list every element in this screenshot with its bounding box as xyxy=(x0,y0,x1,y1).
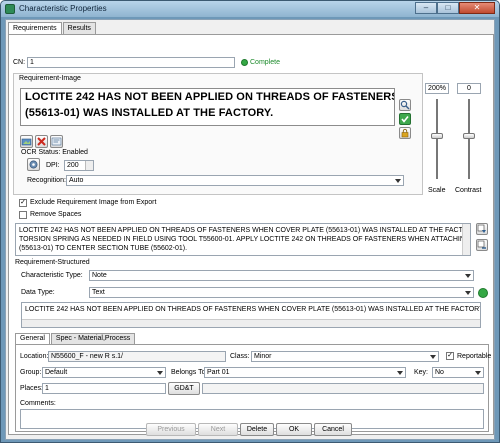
structured-text-scrollbar[interactable] xyxy=(22,319,480,327)
reportable-label: Reportable xyxy=(457,353,492,360)
delete-image-icon[interactable] xyxy=(35,135,48,148)
dpi-label: DPI: xyxy=(46,162,60,169)
delete-button[interactable]: Delete xyxy=(240,423,274,436)
image-capture-icon[interactable] xyxy=(20,135,33,148)
key-label: Key: xyxy=(414,369,429,376)
spinner-arrows-icon[interactable] xyxy=(85,161,93,170)
contrast-label: Contrast xyxy=(455,187,482,194)
chevron-down-icon xyxy=(465,274,471,278)
data-type-label: Data Type: xyxy=(21,289,55,296)
gdt-display xyxy=(202,383,484,394)
recognition-select[interactable]: Auto xyxy=(66,175,404,186)
lock-icon-button[interactable] xyxy=(399,127,411,139)
accept-check-icon[interactable] xyxy=(399,113,411,125)
complete-status-text: Complete xyxy=(250,59,280,66)
contrast-slider-thumb[interactable] xyxy=(463,133,475,139)
ocr-text-scrollbar[interactable] xyxy=(462,224,470,255)
remove-spaces-label: Remove Spaces xyxy=(30,211,82,218)
location-input[interactable]: N55600_F - new R s.1/ xyxy=(48,351,226,362)
minimize-button[interactable]: – xyxy=(415,2,437,14)
ocr-image-icon[interactable] xyxy=(50,135,63,148)
belongs-to-label: Belongs To: xyxy=(171,369,208,376)
general-panel: Location: N55600_F - new R s.1/ Class: M… xyxy=(15,344,492,432)
key-select[interactable]: No xyxy=(432,367,484,378)
class-select[interactable]: Minor xyxy=(251,351,439,362)
scale-slider-thumb[interactable] xyxy=(431,133,443,139)
reportable-checkbox[interactable]: ✓ xyxy=(446,352,454,360)
dialog-client: Requirements Results CN: 1 Complete Requ… xyxy=(5,19,495,440)
next-button[interactable]: Next xyxy=(198,423,238,436)
contrast-value[interactable]: 0 xyxy=(457,83,481,94)
app-icon xyxy=(5,4,15,14)
cn-label: CN: xyxy=(13,59,26,66)
requirement-structured-label: Requirement-Structured xyxy=(15,259,90,266)
recognition-label: Recognition: xyxy=(27,177,66,184)
transfer-text-icon[interactable] xyxy=(476,239,488,251)
comments-label: Comments: xyxy=(20,400,56,407)
group-label: Group: xyxy=(20,369,42,376)
previous-button[interactable]: Previous xyxy=(146,423,196,436)
ocr-text-area[interactable]: LOCTITE 242 HAS NOT BEEN APPLIED ON THRE… xyxy=(15,223,471,256)
ocr-status-label: OCR Status: Enabled xyxy=(21,149,88,156)
tab-spec-material-process[interactable]: Spec - Material,Process xyxy=(50,333,136,344)
title-bar[interactable]: Characteristic Properties – □ ✕ xyxy=(1,1,499,17)
chevron-down-icon xyxy=(395,179,401,183)
requirement-image-label: Requirement-Image xyxy=(19,75,81,82)
tab-results[interactable]: Results xyxy=(62,22,96,34)
chevron-down-icon xyxy=(475,371,481,375)
complete-status-icon xyxy=(241,59,248,66)
exclude-image-checkbox[interactable]: ✓ xyxy=(19,199,27,207)
gdt-button[interactable]: GD&T xyxy=(168,382,200,395)
dpi-spinner[interactable]: 200 xyxy=(64,160,94,171)
scale-slider-track[interactable] xyxy=(436,99,438,179)
data-type-select[interactable]: Text xyxy=(89,287,474,298)
char-type-label: Characteristic Type: xyxy=(21,272,83,279)
remove-spaces-checkbox[interactable] xyxy=(19,211,27,219)
chevron-down-icon xyxy=(430,355,436,359)
exclude-image-label: Exclude Requirement Image from Export xyxy=(30,199,157,206)
belongs-to-select[interactable]: Part 01 xyxy=(204,367,406,378)
close-button[interactable]: ✕ xyxy=(459,2,495,14)
places-input[interactable]: 1 xyxy=(42,383,166,394)
chevron-down-icon xyxy=(397,371,403,375)
window-title: Characteristic Properties xyxy=(19,4,107,13)
class-label: Class: xyxy=(230,353,250,360)
cn-input[interactable]: 1 xyxy=(27,57,235,68)
zoom-icon-button[interactable] xyxy=(399,99,411,111)
group-select[interactable]: Default xyxy=(42,367,166,378)
ocr-settings-icon[interactable] xyxy=(27,158,40,171)
maximize-button[interactable]: □ xyxy=(437,2,459,14)
valid-check-icon xyxy=(478,288,488,298)
contrast-slider-track[interactable] xyxy=(468,99,470,179)
requirement-image: LOCTITE 242 HAS NOT BEEN APPLIED ON THRE… xyxy=(20,88,395,126)
scale-label: Scale xyxy=(428,187,446,194)
places-label: Places: xyxy=(20,385,43,392)
scale-value[interactable]: 200% xyxy=(425,83,449,94)
chevron-down-icon xyxy=(465,291,471,295)
char-type-select[interactable]: Note xyxy=(89,270,474,281)
location-label: Location: xyxy=(20,353,49,360)
copy-down-icon[interactable] xyxy=(476,223,488,235)
requirements-panel: CN: 1 Complete Requirement-Image LOCTITE… xyxy=(8,34,494,435)
cancel-button[interactable]: Cancel xyxy=(314,423,352,436)
ok-button[interactable]: OK xyxy=(276,423,312,436)
dialog-window: Characteristic Properties – □ ✕ Requirem… xyxy=(0,0,500,443)
structured-text-area[interactable]: LOCTITE 242 HAS NOT BEEN APPLIED ON THRE… xyxy=(21,302,481,328)
chevron-down-icon xyxy=(157,371,163,375)
